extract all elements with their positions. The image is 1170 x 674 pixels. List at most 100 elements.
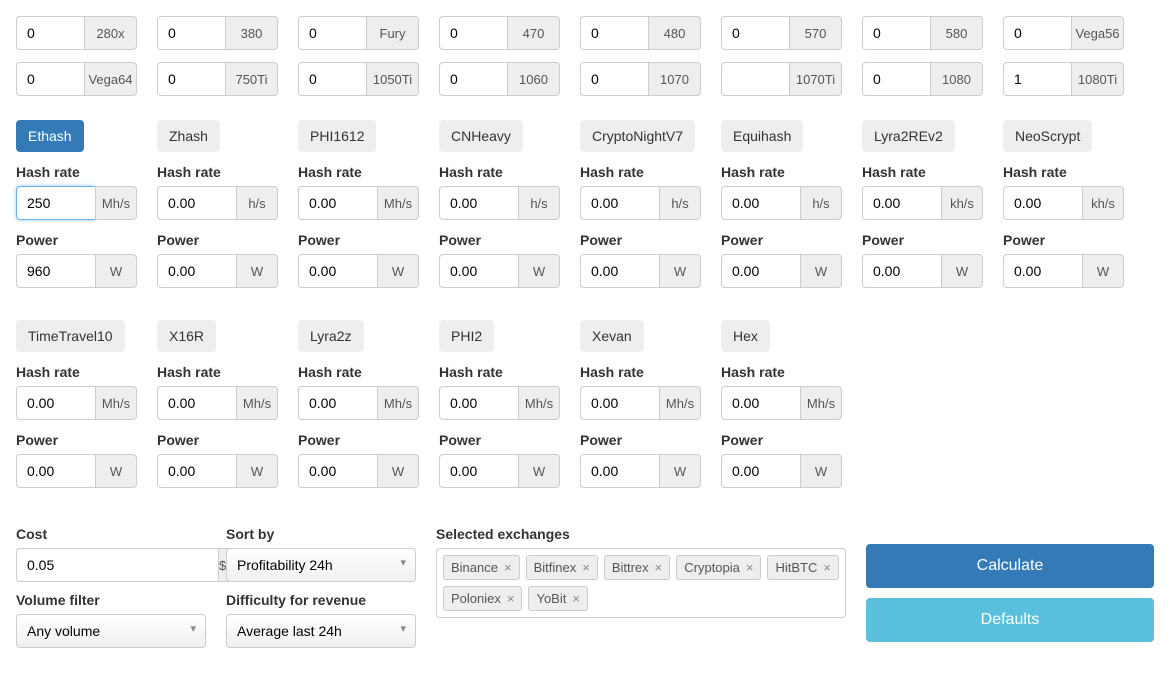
power-input[interactable]: 0.00: [439, 454, 518, 488]
power-input[interactable]: 0.00: [580, 254, 659, 288]
remove-tag-icon[interactable]: ×: [572, 591, 580, 606]
gpu-count-input[interactable]: 0: [439, 62, 507, 96]
algo-button[interactable]: Equihash: [721, 120, 803, 152]
gpu-model-label: 1060: [507, 62, 560, 96]
power-input[interactable]: 0.00: [298, 254, 377, 288]
algo-button[interactable]: TimeTravel10: [16, 320, 125, 352]
power-input[interactable]: 0.00: [862, 254, 941, 288]
power-input[interactable]: 0.00: [580, 454, 659, 488]
remove-tag-icon[interactable]: ×: [582, 560, 590, 575]
difficulty-label: Difficulty for revenue: [226, 592, 416, 608]
calculate-button[interactable]: Calculate: [866, 544, 1154, 588]
gpu-count-input[interactable]: 0: [862, 62, 930, 96]
power-input[interactable]: 0.00: [439, 254, 518, 288]
power-unit: W: [377, 254, 419, 288]
power-unit: W: [236, 254, 278, 288]
exchange-tag[interactable]: HitBTC ×: [767, 555, 838, 580]
hashrate-input[interactable]: 0.00: [1003, 186, 1082, 220]
power-input[interactable]: 0.00: [721, 254, 800, 288]
hashrate-unit: h/s: [800, 186, 842, 220]
algo-button[interactable]: CNHeavy: [439, 120, 523, 152]
hashrate-unit: Mh/s: [95, 386, 137, 420]
algo-button[interactable]: PHI1612: [298, 120, 376, 152]
hashrate-unit: Mh/s: [377, 186, 419, 220]
exchanges-box[interactable]: Binance×Bitfinex×Bittrex×Cryptopia×HitBT…: [436, 548, 846, 618]
remove-tag-icon[interactable]: ×: [507, 591, 515, 606]
algo-button[interactable]: Ethash: [16, 120, 84, 152]
hashrate-unit: h/s: [236, 186, 278, 220]
remove-tag-icon[interactable]: ×: [823, 560, 831, 575]
power-unit: W: [941, 254, 983, 288]
exchange-tag-label: Poloniex: [451, 591, 501, 606]
algo-button[interactable]: Xevan: [580, 320, 644, 352]
algo-button[interactable]: Hex: [721, 320, 770, 352]
hashrate-input[interactable]: 0.00: [16, 386, 95, 420]
hashrate-input[interactable]: 0.00: [721, 386, 800, 420]
hashrate-input[interactable]: 0.00: [298, 386, 377, 420]
algo-button[interactable]: NeoScrypt: [1003, 120, 1092, 152]
algo-button[interactable]: Zhash: [157, 120, 220, 152]
exchange-tag[interactable]: Bitfinex×: [526, 555, 598, 580]
hashrate-input[interactable]: 0.00: [862, 186, 941, 220]
exchange-tag[interactable]: Cryptopia×: [676, 555, 761, 580]
hashrate-unit: kh/s: [941, 186, 983, 220]
power-input[interactable]: 0.00: [157, 454, 236, 488]
hashrate-input[interactable]: 250: [16, 186, 95, 220]
exchange-tag[interactable]: Poloniex ×: [443, 586, 522, 611]
gpu-model-label: Vega64: [84, 62, 137, 96]
exchange-tag[interactable]: YoBit×: [528, 586, 587, 611]
power-input[interactable]: 0.00: [721, 454, 800, 488]
hashrate-input[interactable]: 0.00: [157, 186, 236, 220]
gpu-count-input[interactable]: 0: [580, 16, 648, 50]
power-input[interactable]: 0.00: [298, 454, 377, 488]
gpu-count-input[interactable]: 0: [16, 62, 84, 96]
power-label: Power: [862, 232, 983, 248]
power-input[interactable]: 0.00: [16, 454, 95, 488]
gpu-count-input[interactable]: 0: [157, 16, 225, 50]
volume-filter-select[interactable]: Any volume: [16, 614, 206, 648]
algo-button[interactable]: Lyra2z: [298, 320, 364, 352]
algo-button[interactable]: PHI2: [439, 320, 494, 352]
remove-tag-icon[interactable]: ×: [655, 560, 663, 575]
gpu-model-label: 380: [225, 16, 278, 50]
gpu-model-label: 480: [648, 16, 701, 50]
gpu-count-input[interactable]: 1: [1003, 62, 1071, 96]
algo-button[interactable]: Lyra2REv2: [862, 120, 955, 152]
exchange-tag-label: HitBTC: [775, 560, 817, 575]
power-input[interactable]: 960: [16, 254, 95, 288]
gpu-count-input[interactable]: 0: [721, 16, 789, 50]
hashrate-input[interactable]: 0.00: [157, 386, 236, 420]
power-input[interactable]: 0.00: [157, 254, 236, 288]
gpu-count-input[interactable]: 0: [298, 62, 366, 96]
hashrate-label: Hash rate: [580, 164, 701, 180]
gpu-count-input[interactable]: 0: [298, 16, 366, 50]
exchange-tag[interactable]: Binance×: [443, 555, 520, 580]
sortby-select[interactable]: Profitability 24h: [226, 548, 416, 582]
gpu-count-input[interactable]: 0: [862, 16, 930, 50]
defaults-button[interactable]: Defaults: [866, 598, 1154, 642]
gpu-count-input[interactable]: 0: [439, 16, 507, 50]
gpu-count-input[interactable]: 0: [157, 62, 225, 96]
hashrate-input[interactable]: 0.00: [439, 186, 518, 220]
remove-tag-icon[interactable]: ×: [504, 560, 512, 575]
hashrate-input[interactable]: 0.00: [580, 186, 659, 220]
algo-button[interactable]: X16R: [157, 320, 216, 352]
hashrate-input[interactable]: 0.00: [580, 386, 659, 420]
gpu-count-input[interactable]: [721, 62, 789, 96]
hashrate-unit: h/s: [659, 186, 701, 220]
remove-tag-icon[interactable]: ×: [746, 560, 754, 575]
gpu-model-label: 580: [930, 16, 983, 50]
hashrate-input[interactable]: 0.00: [721, 186, 800, 220]
hashrate-label: Hash rate: [16, 364, 137, 380]
hashrate-unit: Mh/s: [800, 386, 842, 420]
hashrate-input[interactable]: 0.00: [439, 386, 518, 420]
gpu-count-input[interactable]: 0: [1003, 16, 1071, 50]
hashrate-input[interactable]: 0.00: [298, 186, 377, 220]
algo-button[interactable]: CryptoNightV7: [580, 120, 695, 152]
exchange-tag[interactable]: Bittrex×: [604, 555, 670, 580]
cost-input[interactable]: [16, 548, 218, 582]
gpu-count-input[interactable]: 0: [580, 62, 648, 96]
power-input[interactable]: 0.00: [1003, 254, 1082, 288]
gpu-count-input[interactable]: 0: [16, 16, 84, 50]
difficulty-select[interactable]: Average last 24h: [226, 614, 416, 648]
